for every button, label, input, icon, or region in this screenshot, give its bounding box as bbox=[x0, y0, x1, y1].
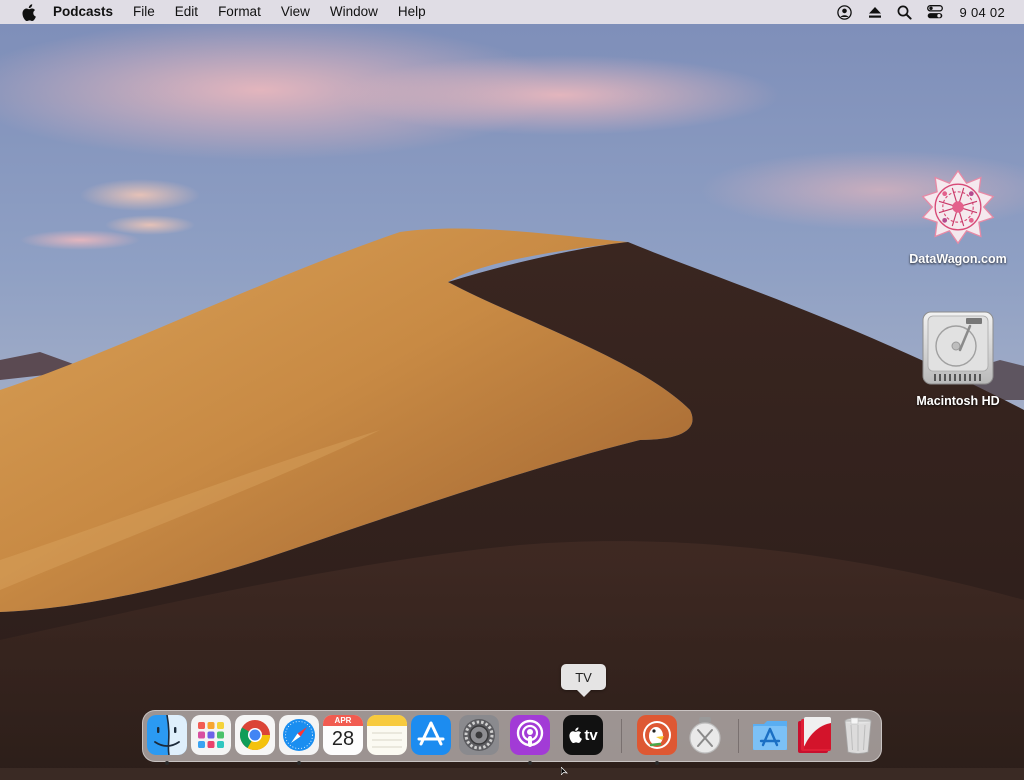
dock-separator bbox=[621, 719, 622, 753]
calendar-icon: APR 28 bbox=[323, 715, 363, 755]
datawagon-logo-icon bbox=[919, 168, 997, 246]
apple-tv-icon: tv bbox=[563, 715, 603, 755]
finder-icon bbox=[147, 715, 187, 755]
dock-item-launchpad[interactable] bbox=[191, 715, 231, 755]
desktop-icon-label: DataWagon.com bbox=[909, 252, 1007, 266]
podcasts-icon bbox=[510, 715, 550, 755]
dock-item-duckduckgo[interactable] bbox=[637, 715, 677, 765]
menu-bar: Podcasts File Edit Format View Window He… bbox=[0, 0, 1024, 24]
menu-app-name[interactable]: Podcasts bbox=[51, 0, 123, 24]
trash-icon bbox=[838, 715, 878, 755]
dock-item-system-preferences[interactable] bbox=[459, 715, 499, 755]
dock-item-macos-installer[interactable] bbox=[685, 715, 725, 755]
duckduckgo-icon bbox=[637, 715, 677, 755]
menu-file[interactable]: File bbox=[123, 0, 165, 24]
menu-format[interactable]: Format bbox=[208, 0, 271, 24]
running-indicator bbox=[297, 761, 301, 765]
menu-window[interactable]: Window bbox=[320, 0, 388, 24]
hard-drive-icon bbox=[919, 310, 997, 388]
dock-tooltip: TV bbox=[561, 664, 606, 697]
dock-item-trash[interactable] bbox=[838, 715, 878, 755]
macos-installer-icon bbox=[685, 715, 725, 755]
notes-icon bbox=[367, 715, 407, 755]
menu-help[interactable]: Help bbox=[388, 0, 436, 24]
apple-logo-icon[interactable] bbox=[18, 0, 38, 24]
spotlight-search-icon[interactable] bbox=[896, 3, 914, 21]
menu-bar-clock[interactable]: 9 04 02 bbox=[960, 5, 1005, 20]
user-account-icon[interactable] bbox=[836, 3, 854, 21]
desktop-wallpaper bbox=[0, 0, 1024, 768]
applications-folder-icon bbox=[750, 715, 790, 755]
dock: APR 28 tv bbox=[142, 710, 882, 765]
chrome-icon bbox=[235, 715, 275, 755]
dock-item-safari[interactable] bbox=[279, 715, 319, 765]
documents-stack-icon bbox=[794, 715, 834, 755]
status-area: 9 04 02 bbox=[830, 0, 1024, 24]
tv-glyph-text: tv bbox=[584, 726, 598, 744]
mouse-pointer-icon bbox=[560, 762, 569, 776]
dock-item-tv[interactable]: tv bbox=[563, 715, 603, 755]
desktop-icon-datawagon[interactable]: DataWagon.com bbox=[898, 168, 1018, 266]
system-preferences-icon bbox=[459, 715, 499, 755]
running-indicator bbox=[528, 761, 532, 765]
dock-item-finder[interactable] bbox=[147, 715, 187, 765]
dock-item-applications[interactable] bbox=[750, 715, 790, 755]
dock-separator bbox=[738, 719, 739, 753]
launchpad-icon bbox=[191, 715, 231, 755]
app-store-icon bbox=[411, 715, 451, 755]
dock-item-app-store[interactable] bbox=[411, 715, 451, 755]
desktop-icon-macintosh-hd[interactable]: Macintosh HD bbox=[898, 310, 1018, 408]
dock-item-podcasts[interactable] bbox=[510, 715, 550, 765]
menu-edit[interactable]: Edit bbox=[165, 0, 208, 24]
eject-icon[interactable] bbox=[866, 3, 884, 21]
control-center-icon[interactable] bbox=[926, 3, 944, 21]
dock-item-notes[interactable] bbox=[367, 715, 407, 755]
dock-item-chrome[interactable] bbox=[235, 715, 275, 755]
safari-icon bbox=[279, 715, 319, 755]
dock-item-calendar[interactable]: APR 28 bbox=[323, 715, 363, 755]
running-indicator bbox=[655, 761, 659, 765]
desktop-icon-label: Macintosh HD bbox=[916, 394, 1000, 408]
calendar-day: 28 bbox=[331, 728, 355, 750]
dock-item-documents[interactable] bbox=[794, 715, 834, 755]
menu-view[interactable]: View bbox=[271, 0, 320, 24]
calendar-month: APR bbox=[323, 715, 363, 726]
running-indicator bbox=[165, 761, 169, 765]
